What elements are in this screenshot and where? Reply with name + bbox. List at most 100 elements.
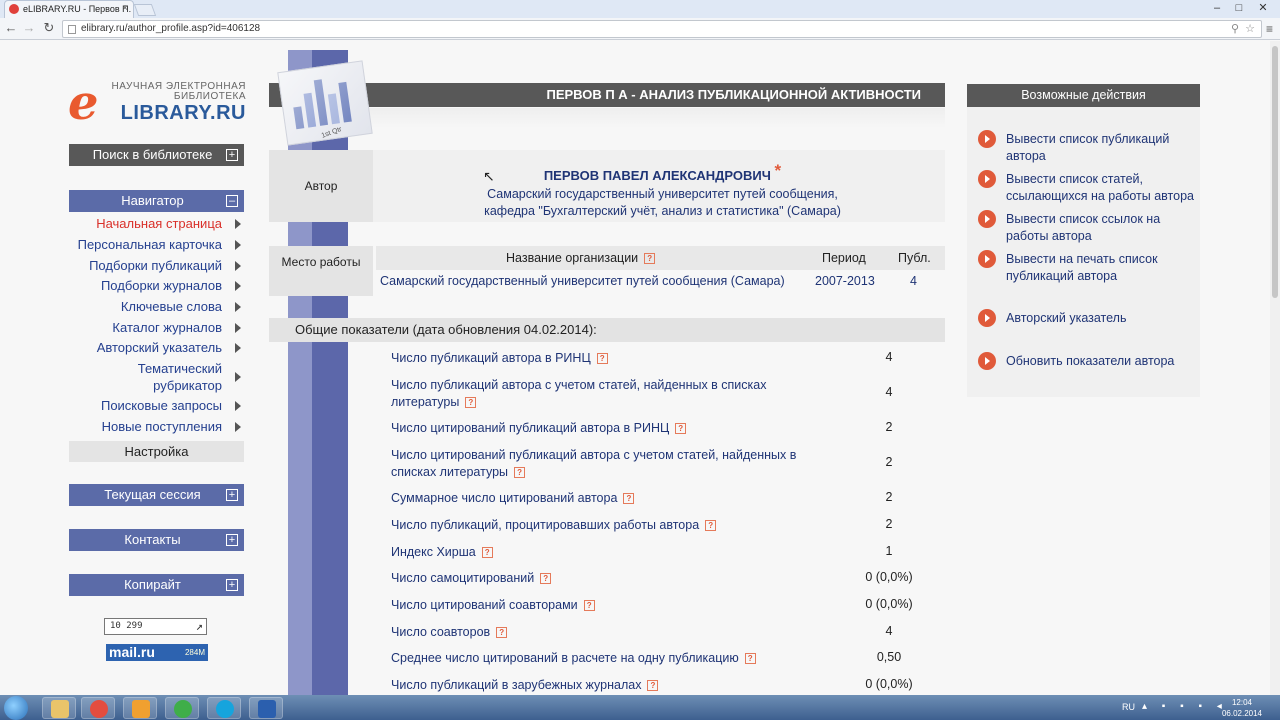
action-print-publications[interactable]: Вывести на печать список публикаций авто… [978, 250, 1200, 285]
author-name: ПЕРВОВ ПАВЕЛ АЛЕКСАНДРОВИЧ * [380, 161, 945, 185]
mailru-counter[interactable]: mail.ru 284M [106, 644, 208, 661]
logo-letter: e [68, 75, 99, 131]
help-icon[interactable]: ? [644, 253, 656, 264]
sidebar-item-label: Начальная страница [96, 216, 222, 231]
help-icon[interactable]: ? [705, 520, 717, 531]
maximize-button[interactable]: □ [1228, 0, 1250, 16]
close-window-button[interactable]: ✕ [1250, 0, 1276, 16]
work-label: Место работы [269, 246, 373, 296]
sidebar-item-journal-sets[interactable]: Подборки журналов [69, 277, 244, 294]
help-icon[interactable]: ? [481, 547, 493, 558]
forward-icon[interactable]: → [20, 19, 38, 37]
expand-icon[interactable]: + [226, 489, 238, 501]
help-icon[interactable]: ? [540, 573, 552, 584]
sidebar-item-journal-catalog[interactable]: Каталог журналов [69, 319, 244, 336]
action-list-citing-articles[interactable]: Вывести список статей, ссылающихся на ра… [978, 170, 1200, 205]
work-pubs-link[interactable]: 4 [910, 274, 917, 288]
sidebar-item-label: Новые поступления [101, 419, 222, 434]
sidebar-contacts-header[interactable]: Контакты + [69, 529, 244, 551]
author-label: Автор [269, 150, 373, 222]
minimize-button[interactable]: – [1206, 0, 1228, 16]
stat-row: Число самоцитирований? [391, 570, 821, 587]
stat-row: Число публикаций автора в РИНЦ? [391, 350, 821, 367]
action-author-index[interactable]: Авторский указатель [978, 309, 1200, 327]
browser-tab[interactable]: eLIBRARY.RU - Первов П. × [4, 0, 134, 18]
sidebar-navigator-header[interactable]: Навигатор – [69, 190, 244, 212]
sidebar-item-home[interactable]: Начальная страница [69, 215, 244, 232]
expand-icon[interactable]: + [226, 579, 238, 591]
star-icon[interactable]: ☆ [1245, 21, 1255, 37]
page-icon [68, 25, 76, 34]
search-icon[interactable]: ⚲ [1231, 21, 1239, 37]
action-label: Авторский указатель [1006, 311, 1127, 325]
sidebar-item-author-index[interactable]: Авторский указатель [69, 339, 244, 356]
action-list-references[interactable]: Вывести список ссылок на работы автора [978, 210, 1200, 245]
tray-clock[interactable]: 12:04 06.02.2014 [1218, 697, 1266, 719]
sidebar-copyright-header[interactable]: Копирайт + [69, 574, 244, 596]
address-bar[interactable]: elibrary.ru/author_profile.asp?id=406128… [62, 20, 1262, 38]
start-button[interactable] [4, 696, 28, 720]
clock-date: 06.02.2014 [1221, 709, 1263, 718]
help-icon[interactable]: ? [744, 653, 756, 664]
stat-value[interactable]: 4 [830, 385, 948, 399]
collapse-icon[interactable]: – [226, 195, 238, 207]
elibrary-logo[interactable]: e НАУЧНАЯ ЭЛЕКТРОННАЯ БИБЛИОТЕКА LIBRARY… [68, 75, 246, 131]
visit-counter[interactable]: 10 299 ↗ [104, 618, 207, 635]
help-icon[interactable]: ? [675, 423, 687, 434]
stat-row: Число публикаций в зарубежных журналах? [391, 677, 821, 694]
scrollbar-thumb[interactable] [1272, 46, 1278, 298]
help-icon[interactable]: ? [496, 627, 508, 638]
new-tab-button[interactable] [133, 4, 157, 16]
sidebar-item-publication-sets[interactable]: Подборки публикаций [69, 257, 244, 274]
stat-value[interactable]: 4 [830, 624, 948, 638]
help-icon[interactable]: ? [596, 353, 608, 364]
reload-icon[interactable]: ↻ [40, 19, 58, 37]
page-title: ПЕРВОВ П А - АНАЛИЗ ПУБЛИКАЦИОННОЙ АКТИВ… [269, 83, 945, 107]
sidebar-item-keywords[interactable]: Ключевые слова [69, 298, 244, 315]
decor-stripe [312, 50, 348, 695]
action-refresh-metrics[interactable]: Обновить показатели автора [978, 352, 1200, 370]
sidebar-item-new-arrivals[interactable]: Новые поступления [69, 418, 244, 435]
arrow-circle-icon [978, 352, 996, 370]
help-icon[interactable]: ? [514, 467, 526, 478]
help-icon[interactable]: ? [583, 600, 595, 611]
tray-icons[interactable]: ▴ ▪ ▪ ▪ ◂ [1142, 701, 1228, 712]
skype-taskbar-button[interactable] [207, 697, 241, 719]
expand-icon[interactable]: + [226, 149, 238, 161]
close-tab-icon[interactable]: × [122, 1, 128, 17]
chrome-taskbar-button[interactable] [81, 697, 115, 719]
stat-label: Среднее число цитирований в расчете на о… [391, 651, 739, 665]
stat-label: Число публикаций автора с учетом статей,… [391, 378, 767, 409]
stat-value[interactable]: 4 [830, 350, 948, 364]
work-org-link[interactable]: Самарский государственный университет пу… [380, 274, 785, 288]
explorer-taskbar-button[interactable] [42, 697, 76, 719]
sidebar-session-header[interactable]: Текущая сессия + [69, 484, 244, 506]
expand-icon[interactable]: + [226, 534, 238, 546]
help-icon[interactable]: ? [465, 397, 477, 408]
action-list-publications[interactable]: Вывести список публикаций автора [978, 130, 1200, 165]
stat-value: 0 (0,0%) [865, 570, 913, 584]
tray-language[interactable]: RU [1122, 702, 1135, 712]
stat-value[interactable]: 2 [830, 490, 948, 504]
stat-label: Число цитирований публикаций автора в РИ… [391, 421, 670, 435]
mail-agent-taskbar-button[interactable] [165, 697, 199, 719]
menu-icon[interactable]: ≡ [1266, 22, 1273, 36]
back-icon[interactable]: ← [2, 19, 20, 37]
stat-value[interactable]: 2 [830, 517, 948, 531]
stat-value[interactable]: 2 [830, 455, 948, 469]
media-taskbar-button[interactable] [123, 697, 157, 719]
sidebar-item-search-queries[interactable]: Поисковые запросы [69, 397, 244, 414]
sidebar-item-personal-card[interactable]: Персональная карточка [69, 236, 244, 253]
sidebar-item-settings[interactable]: Настройка [69, 441, 244, 462]
stat-value[interactable]: 2 [830, 420, 948, 434]
arrow-right-icon [235, 421, 241, 432]
word-taskbar-button[interactable] [249, 697, 283, 719]
stat-row: Число соавторов? [391, 624, 821, 641]
sidebar-search-header[interactable]: Поиск в библиотеке + [69, 144, 244, 166]
stat-value[interactable]: 1 [830, 544, 948, 558]
help-icon[interactable]: ? [623, 493, 635, 504]
sidebar-item-rubricator[interactable]: Тематический рубрикатор [69, 360, 244, 394]
help-icon[interactable]: ? [647, 680, 659, 691]
action-label: Обновить показатели автора [1006, 354, 1175, 368]
sidebar-item-label: Тематический рубрикатор [137, 361, 222, 393]
